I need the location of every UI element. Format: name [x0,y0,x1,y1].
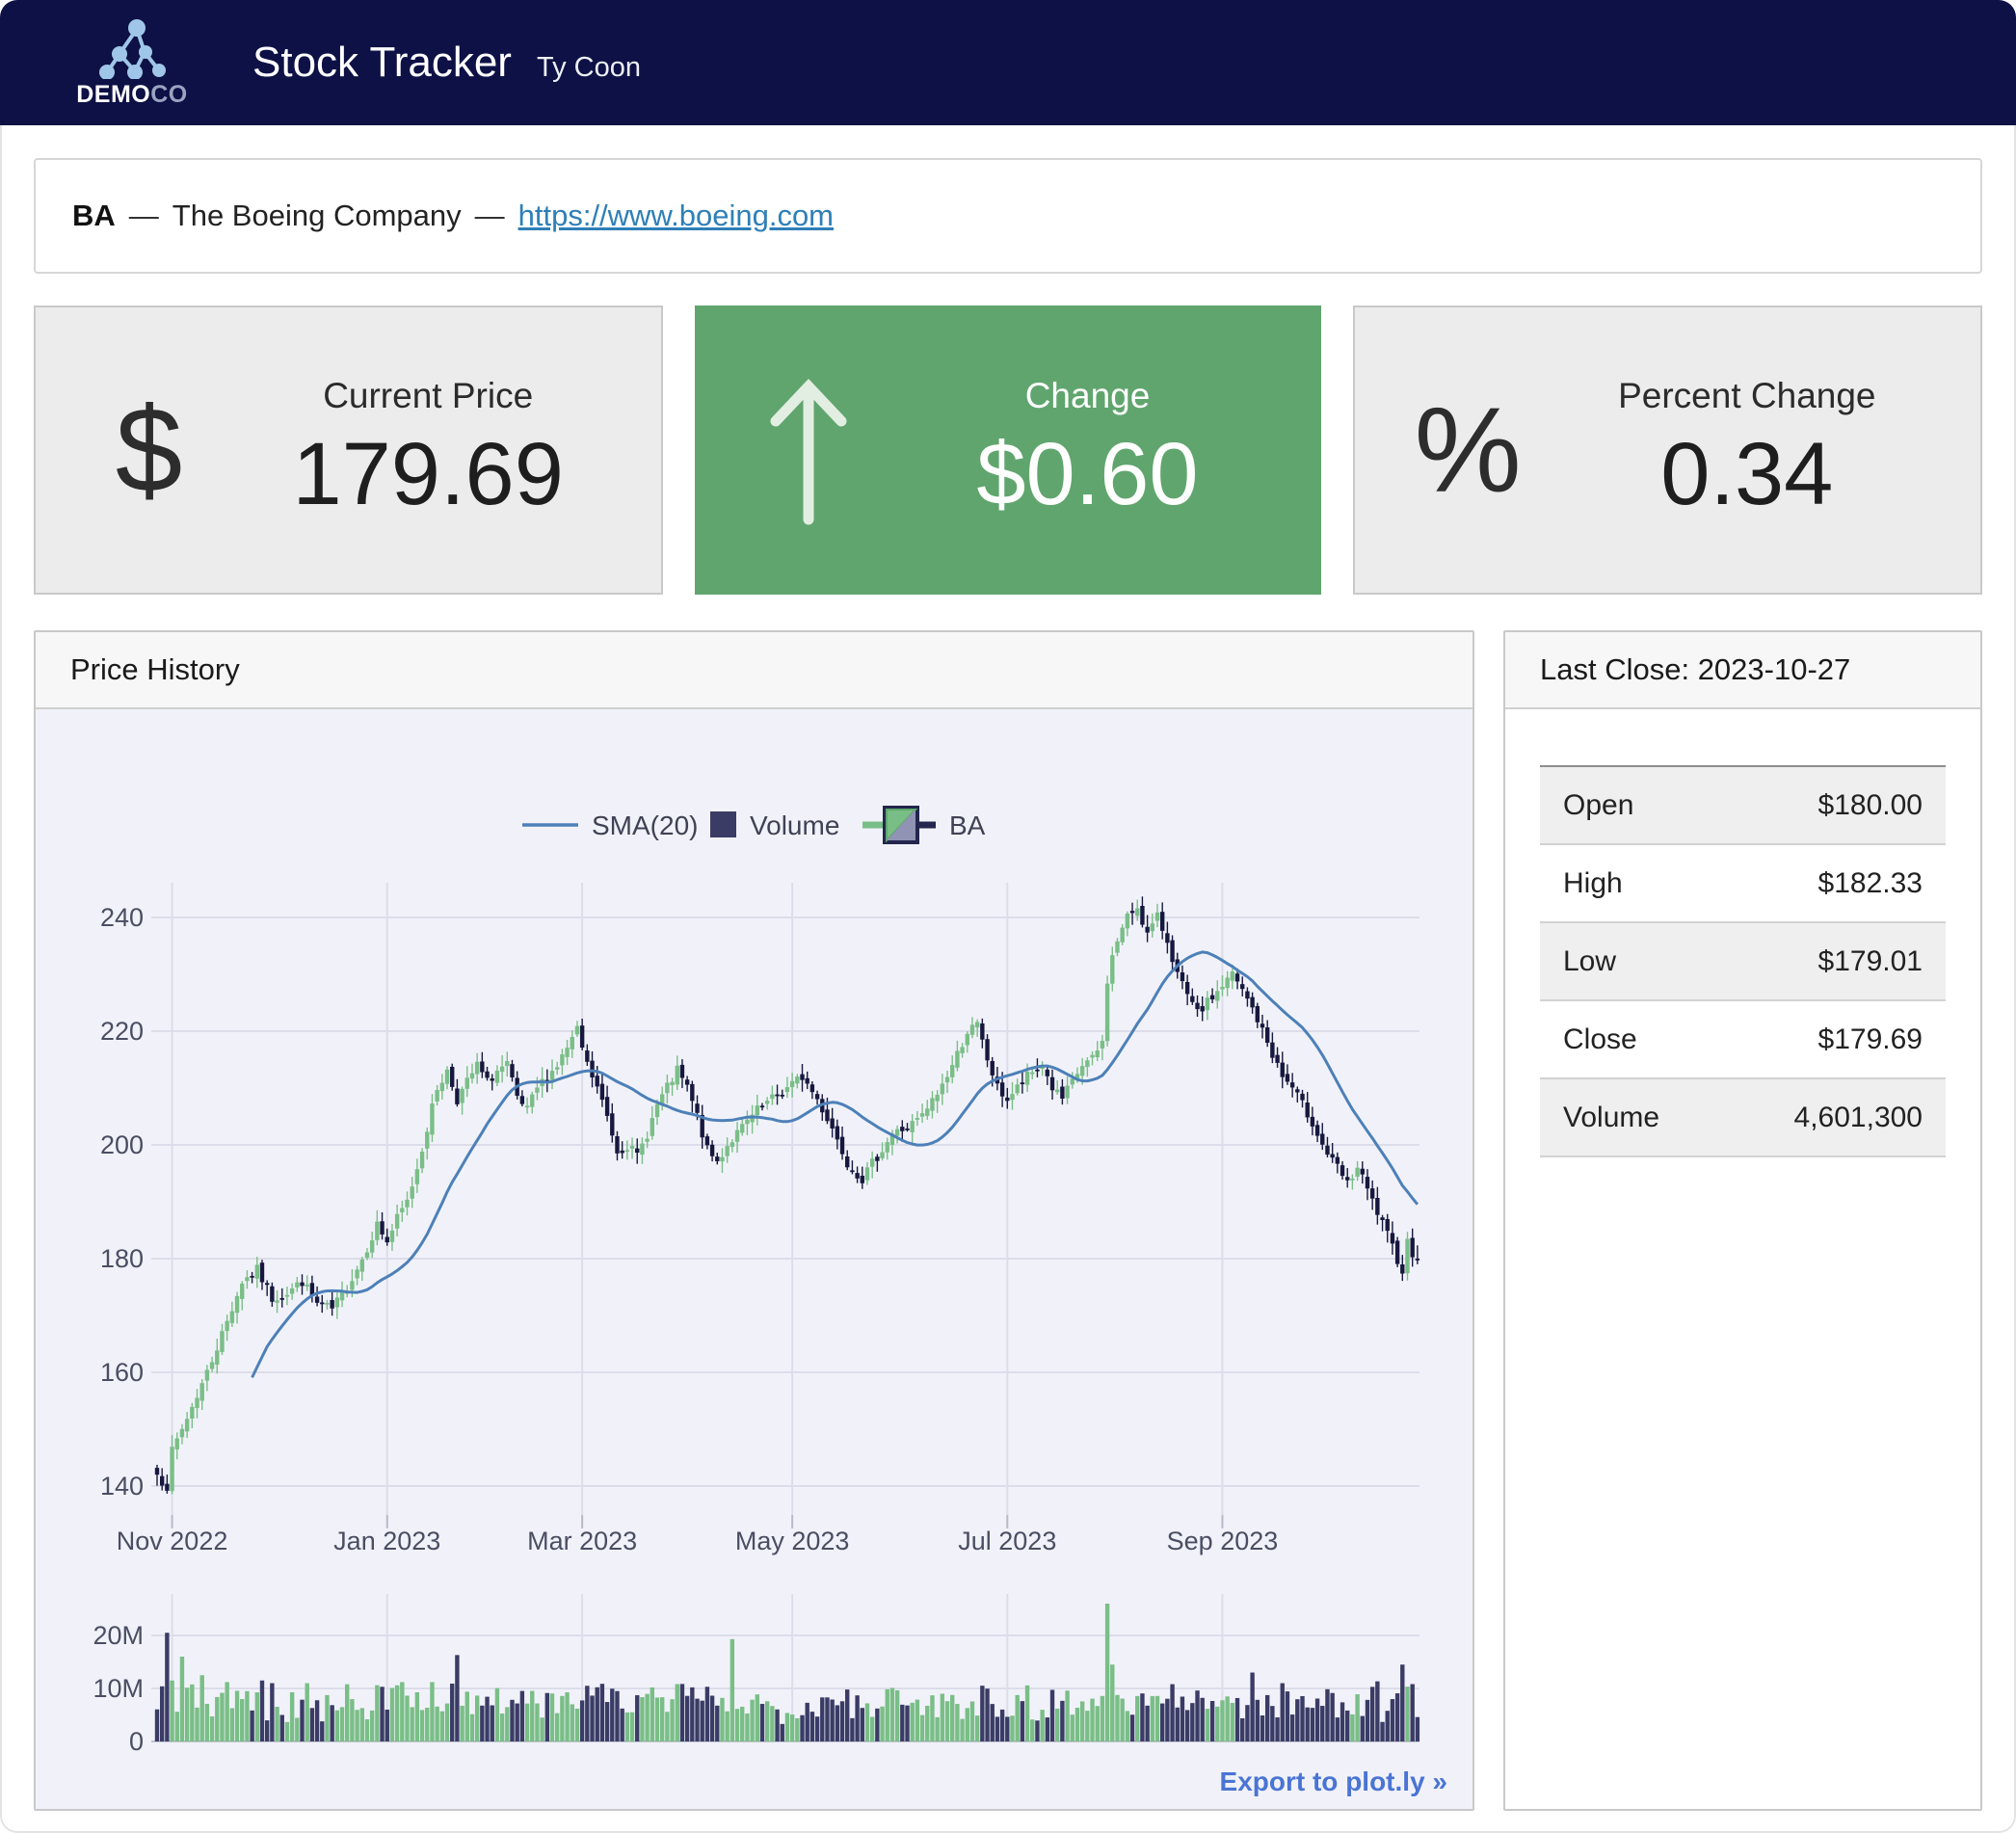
last-close-title: Last Close: 2023-10-27 [1505,632,1980,709]
company-name: The Boeing Company [172,199,462,233]
volume-legend-swatch [710,811,736,837]
ohlc-row-value: $179.69 [1818,1023,1923,1056]
svg-text:Nov 2022: Nov 2022 [117,1527,228,1555]
svg-text:BA: BA [949,810,986,840]
svg-text:Mar 2023: Mar 2023 [527,1527,637,1555]
candlestick-legend-icon [862,806,936,844]
svg-text:160: 160 [100,1358,144,1387]
svg-text:Sep 2023: Sep 2023 [1167,1527,1279,1555]
svg-text:140: 140 [100,1472,144,1501]
dollar-icon: $ [36,382,262,519]
svg-text:240: 240 [100,903,144,932]
card-label: Current Price [323,376,533,416]
svg-text:180: 180 [100,1244,144,1273]
percent-icon: % [1355,382,1581,519]
app-title: Stock Tracker [252,39,512,87]
ohlc-row-low: Low $179.01 [1540,923,1946,1001]
ticker-symbol: BA [72,199,116,233]
ohlc-row-open: Open $180.00 [1540,767,1946,845]
company-url-link[interactable]: https://www.boeing.com [518,199,834,233]
current-price-card: $ Current Price 179.69 [34,306,663,595]
up-arrow-icon [695,373,921,527]
percent-change-value: 0.34 [1660,424,1833,525]
molecule-icon [94,17,170,79]
svg-text:Jul 2023: Jul 2023 [958,1527,1056,1555]
stat-cards: $ Current Price 179.69 Change $0.60 [34,306,1982,595]
app-window: DEMOCO Stock Tracker Ty Coon BA — The Bo… [0,0,2016,1833]
ohlc-row-value: 4,601,300 [1794,1102,1923,1134]
logo-co: CO [150,81,188,108]
ohlc-row-volume: Volume 4,601,300 [1540,1079,1946,1157]
change-card: Change $0.60 [695,306,1320,595]
card-label: Percent Change [1618,376,1875,416]
ohlc-row-label: Open [1563,789,1633,822]
svg-text:10M: 10M [93,1674,144,1703]
svg-text:20M: 20M [93,1621,144,1650]
export-plotly-link[interactable]: Export to plot.ly » [1220,1767,1447,1797]
democo-logo: DEMOCO [69,17,195,109]
change-value: $0.60 [976,424,1198,525]
last-close-panel: Last Close: 2023-10-27 Open $180.00 High $1… [1503,630,1982,1811]
percent-change-card: % Percent Change 0.34 [1353,306,1982,595]
app-subtitle: Ty Coon [537,42,641,84]
svg-text:May 2023: May 2023 [735,1527,850,1555]
separator-dash: — [129,199,159,233]
svg-text:220: 220 [100,1017,144,1046]
ohlc-row-value: $182.33 [1818,867,1923,900]
ohlc-row-label: Low [1563,945,1616,978]
ohlc-row-label: Close [1563,1023,1637,1056]
app-header: DEMOCO Stock Tracker Ty Coon [0,0,2016,125]
card-label: Change [1025,376,1151,416]
current-price-value: 179.69 [292,424,563,525]
ohlc-row-close: Close $179.69 [1540,1001,1946,1079]
price-history-panel: Price History 140 160 180 200 220 240 Nov 2022… [34,630,1474,1811]
price-history-title: Price History [36,632,1472,709]
price-history-chart: 140 160 180 200 220 240 Nov 2022 Jan 2023 Mar 20… [36,709,1472,1809]
ohlc-row-value: $179.01 [1818,945,1923,978]
svg-text:200: 200 [100,1130,144,1159]
ohlc-row-label: Volume [1563,1102,1659,1134]
logo-demo: DEMO [76,81,150,108]
svg-text:Jan 2023: Jan 2023 [333,1527,440,1555]
ticker-bar: BA — The Boeing Company — https://www.bo… [34,158,1982,274]
svg-text:0: 0 [129,1727,144,1756]
separator-dash: — [475,199,505,233]
logo-wordmark: DEMOCO [76,81,188,109]
svg-text:Volume: Volume [750,810,839,840]
svg-text:SMA(20): SMA(20) [592,810,698,840]
ohlc-row-value: $180.00 [1818,789,1923,822]
ohlc-row-label: High [1563,867,1623,900]
ohlc-row-high: High $182.33 [1540,845,1946,923]
ohlc-table: Open $180.00 High $182.33 Low $179.01 Close $17… [1540,765,1946,1157]
